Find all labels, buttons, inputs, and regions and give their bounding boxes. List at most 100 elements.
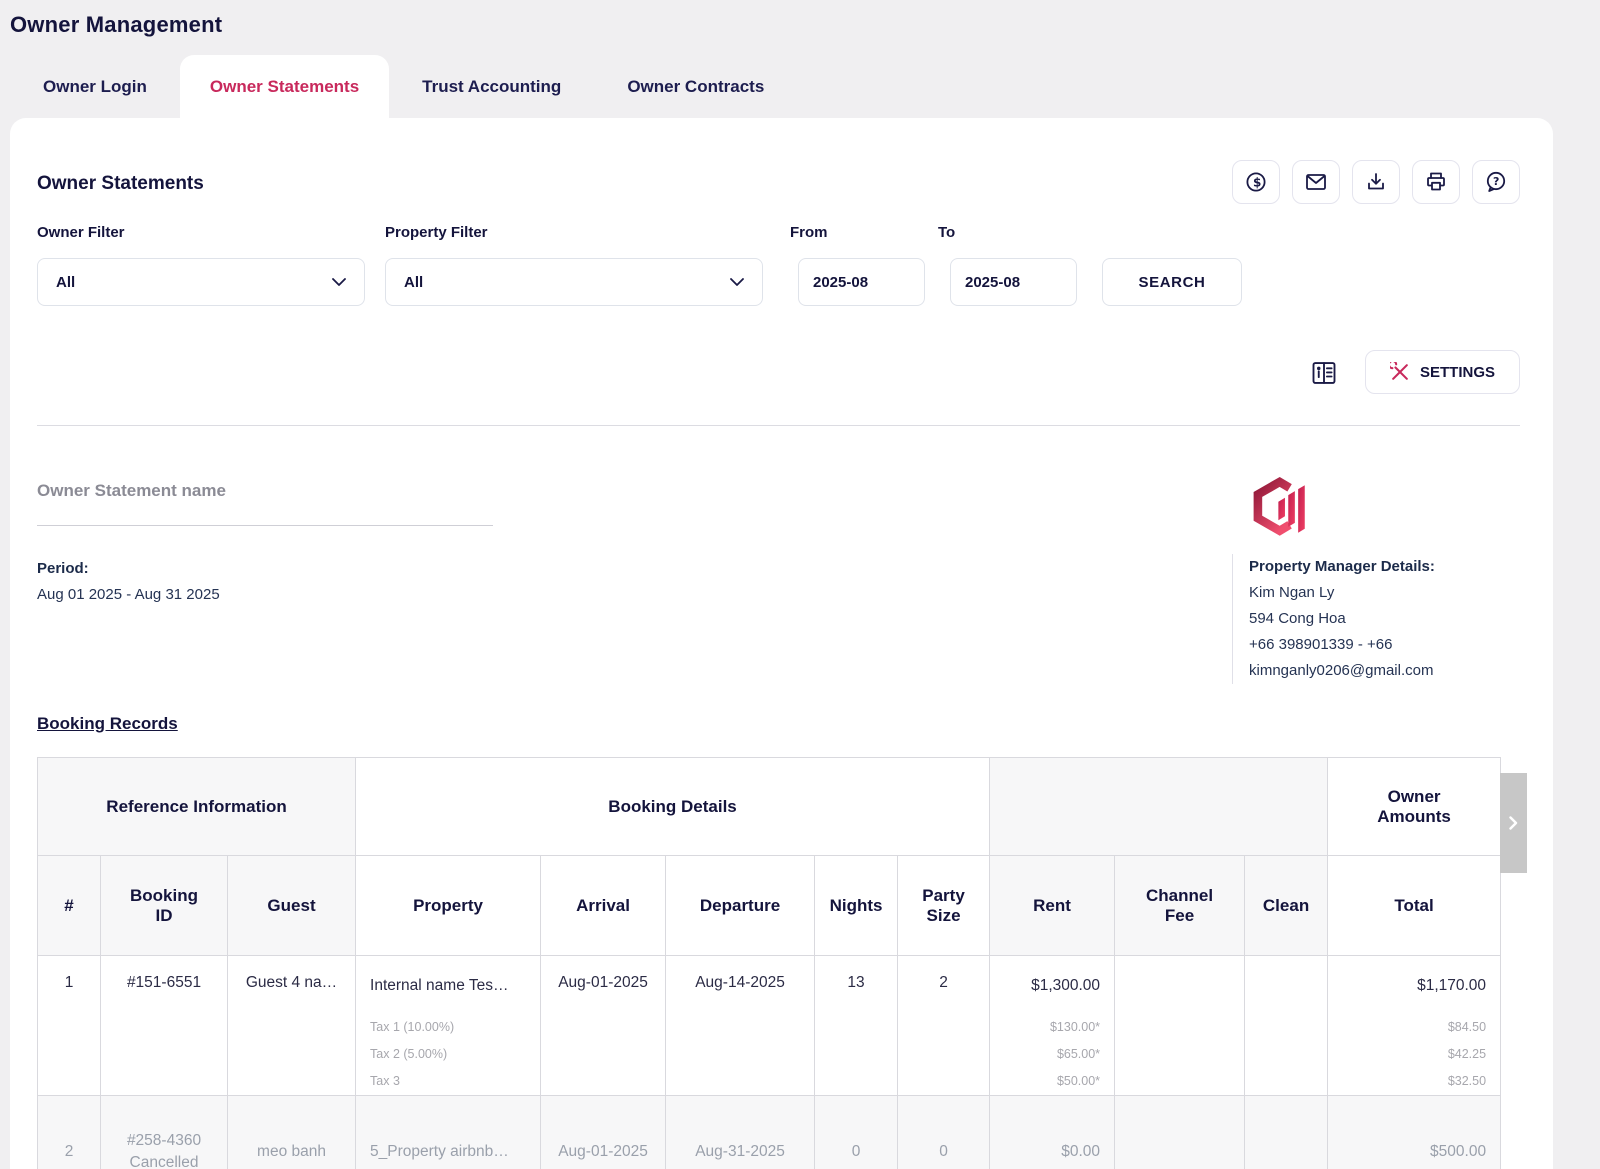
cell-nights: 13 — [814, 955, 899, 1096]
manager-name: Kim Ngan Ly — [1249, 584, 1335, 601]
tools-icon — [1389, 362, 1408, 380]
property-filter-select[interactable]: All — [385, 258, 763, 306]
col-booking-id: Booking ID — [100, 855, 228, 956]
group-header-row: Reference Information Booking Details Ow… — [36, 757, 1502, 856]
search-button[interactable]: SEARCH — [1102, 258, 1242, 306]
column-header-row: # Booking ID Guest Property Arrival Depa… — [37, 855, 1502, 956]
group-owner-amounts: Owner Amounts — [1327, 757, 1502, 856]
col-nights: Nights — [814, 855, 899, 956]
chevron-right-icon — [1509, 816, 1518, 830]
tax-amount: $42.25 — [1447, 1047, 1487, 1061]
cell-guest: meo banh — [226, 1095, 357, 1169]
dollar-icon: $ — [1246, 172, 1266, 192]
download-icon — [1368, 173, 1384, 190]
owner-filter-value: All — [56, 273, 76, 291]
cell-departure: Aug-14-2025 — [665, 955, 816, 1096]
status-badge: Cancelled — [129, 1153, 199, 1169]
property-manager-details: Property Manager Details: Kim Ngan Ly 59… — [1232, 554, 1522, 684]
cell-total: $1,170.00 $84.50 $42.25 $32.50 — [1327, 955, 1502, 1096]
print-icon — [1427, 172, 1445, 191]
owner-filter-label: Owner Filter — [37, 224, 125, 241]
content-card: Owner Statements $ ? Owner Filter Proper… — [10, 118, 1553, 1169]
col-number: # — [37, 855, 101, 956]
tab-bar: Owner Login Owner Statements Trust Accou… — [10, 55, 797, 118]
cell-party-size: 0 — [897, 1095, 991, 1169]
cell-rent: $0.00 — [989, 1095, 1116, 1169]
settings-label: SETTINGS — [1419, 363, 1495, 381]
book-icon — [1312, 362, 1336, 384]
period-label: Period: — [37, 560, 89, 577]
page-title: Owner Management — [10, 12, 223, 37]
cell-booking-id: #151-6551 — [100, 955, 228, 1096]
property-filter-label: Property Filter — [385, 224, 488, 241]
tab-trust-accounting[interactable]: Trust Accounting — [389, 55, 594, 118]
group-booking-details: Booking Details — [355, 757, 991, 856]
booking-records-title: Booking Records — [37, 714, 178, 733]
divider — [37, 425, 1520, 426]
cell-property: 5_Property airbnb… — [355, 1095, 542, 1169]
to-input[interactable] — [950, 258, 1077, 306]
col-departure: Departure — [665, 855, 816, 956]
download-button[interactable] — [1352, 160, 1400, 204]
cell-arrival: Aug-01-2025 — [540, 955, 667, 1096]
chevron-down-icon — [730, 278, 744, 286]
booking-table: Reference Information Booking Details Ow… — [36, 757, 1527, 1169]
col-guest: Guest — [226, 855, 357, 956]
chevron-down-icon — [332, 278, 346, 286]
col-rent: Rent — [989, 855, 1116, 956]
property-filter-value: All — [404, 273, 424, 291]
cell-channel-fee — [1114, 955, 1246, 1096]
svg-text:?: ? — [1493, 175, 1499, 188]
col-clean: Clean — [1244, 855, 1329, 956]
period-value: Aug 01 2025 - Aug 31 2025 — [37, 586, 220, 603]
cell-clean — [1244, 1095, 1329, 1169]
print-button[interactable] — [1412, 160, 1460, 204]
cell-nights: 0 — [814, 1095, 899, 1169]
svg-text:$: $ — [1253, 175, 1261, 189]
cell-guest: Guest 4 na… — [226, 955, 357, 1096]
cell-rent: $1,300.00 $130.00* $65.00* $50.00* — [989, 955, 1116, 1096]
tab-owner-statements[interactable]: Owner Statements — [179, 55, 390, 118]
to-label: To — [938, 224, 956, 241]
owner-filter-select[interactable]: All — [37, 258, 365, 306]
help-icon: ? — [1486, 171, 1506, 192]
section-title: Owner Statements — [37, 173, 204, 194]
cell-booking-id: #258-4360 Cancelled — [100, 1095, 228, 1169]
toolbar: $ ? — [1232, 160, 1520, 204]
glossary-button[interactable] — [1308, 358, 1340, 388]
dollar-button[interactable]: $ — [1232, 160, 1280, 204]
cell-arrival: Aug-01-2025 — [540, 1095, 667, 1169]
group-unlabeled — [989, 757, 1329, 856]
cell-party-size: 2 — [897, 955, 991, 1096]
cell-clean — [1244, 955, 1329, 1096]
settings-button[interactable]: SETTINGS — [1365, 350, 1520, 394]
from-input[interactable] — [798, 258, 925, 306]
col-total: Total — [1327, 855, 1502, 956]
from-label: From — [790, 224, 828, 241]
cell-total: $500.00 — [1327, 1095, 1502, 1169]
col-party-size: Party Size — [897, 855, 991, 956]
table-scroll-right[interactable] — [1500, 773, 1527, 873]
booking-row-2: 2 #258-4360 Cancelled meo banh 5_Propert… — [37, 1095, 1502, 1169]
manager-phone: +66 398901339 - +66 — [1249, 636, 1393, 653]
col-channel-fee: Channel Fee — [1114, 855, 1246, 956]
booking-row-1: 1 #151-6551 Guest 4 na… Internal name Te… — [37, 955, 1502, 1096]
tab-owner-login[interactable]: Owner Login — [10, 55, 180, 118]
tax-line: Tax 2 (5.00%) — [370, 1047, 448, 1061]
cell-departure: Aug-31-2025 — [665, 1095, 816, 1169]
tax-amount: $65.00* — [1056, 1047, 1101, 1061]
col-property: Property — [355, 855, 542, 956]
cell-channel-fee — [1114, 1095, 1246, 1169]
tab-owner-contracts[interactable]: Owner Contracts — [594, 55, 797, 118]
help-button[interactable]: ? — [1472, 160, 1520, 204]
col-arrival: Arrival — [540, 855, 667, 956]
manager-address: 594 Cong Hoa — [1249, 610, 1346, 627]
tax-line: Tax 3 — [370, 1074, 400, 1088]
manager-email: kimnganly0206@gmail.com — [1249, 662, 1434, 679]
tax-amount: $50.00* — [1056, 1074, 1101, 1088]
email-button[interactable] — [1292, 160, 1340, 204]
company-logo — [1248, 466, 1314, 553]
cell-property: Internal name Tes… Tax 1 (10.00%) Tax 2 … — [355, 955, 542, 1096]
mail-icon — [1306, 174, 1326, 190]
statement-name-field[interactable]: Owner Statement name — [37, 481, 493, 526]
